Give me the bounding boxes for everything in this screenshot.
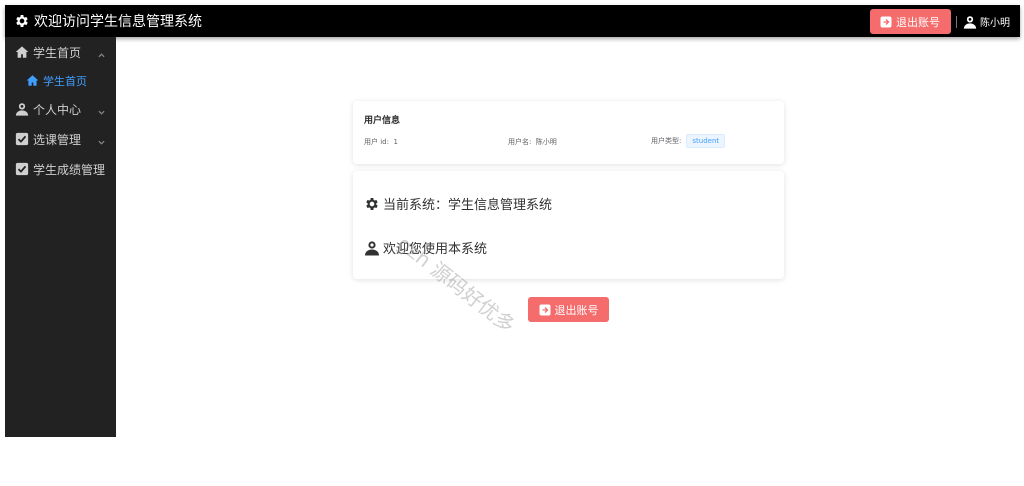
sidebar-item-personal-center[interactable]: 个人中心 [5,94,116,124]
home-icon [15,46,29,58]
user-name-value: 陈小明 [535,138,557,146]
user-id-value: 1 [393,138,398,146]
chevron-down-icon [98,135,105,145]
sidebar-subitem-label: 学生首页 [43,74,87,88]
header-actions: 退出账号 陈小明 [870,9,1010,34]
user-info-title: 用户信息 [364,116,401,126]
sidebar-item-grade-management[interactable]: 学生成绩管理 [5,154,116,184]
sidebar-item-label: 学生首页 [33,45,82,60]
brand: 欢迎访问学生信息管理系统 [14,11,202,31]
user-type-row: 用户类型: student [651,134,726,148]
sidebar-item-label: 个人中心 [33,102,82,117]
chevron-down-icon [98,105,105,115]
logout-icon [880,16,892,27]
user-icon [365,240,379,255]
user-id-label: 用户 id: [364,138,389,146]
app-title: 欢迎访问学生信息管理系统 [34,14,202,30]
divider [956,15,957,28]
header-logout-label: 退出账号 [896,15,940,29]
gear-icon [366,197,378,210]
sidebar-item-course-selection[interactable]: 选课管理 [5,124,116,154]
user-name-label: 用户名: [508,138,532,146]
sidebar: 学生首页 学生首页 个人中心 选课管理 学生成绩管理 [5,37,116,437]
checkbox-icon [15,132,29,146]
home-icon [26,75,39,86]
main-logout-label: 退出账号 [554,303,599,317]
logout-icon [539,304,550,315]
sidebar-item-label: 选课管理 [33,132,82,147]
chevron-up-icon [98,48,105,58]
user-type-label: 用户类型: [651,137,682,145]
main-logout-button[interactable]: 退出账号 [528,297,609,322]
user-type-tag: student [686,134,726,148]
system-info-card: 当前系统：学生信息管理系统 欢迎您使用本系统 [353,171,784,279]
current-system-text: 当前系统：学生信息管理系统 [383,198,553,213]
sidebar-subitem-student-home[interactable]: 学生首页 [5,67,116,94]
username: 陈小明 [980,18,1010,29]
user-icon [963,15,977,29]
user-name-row: 用户名: 陈小明 [508,137,557,147]
current-system-line: 当前系统：学生信息管理系统 [364,194,552,213]
sidebar-item-student-home[interactable]: 学生首页 [5,37,116,67]
current-user[interactable]: 陈小明 [963,14,1010,29]
user-id-row: 用户 id: 1 [364,137,398,147]
top-navbar: 欢迎访问学生信息管理系统 退出账号 陈小明 [5,5,1020,37]
user-info-card: 用户信息 用户 id: 1 用户名: 陈小明 用户类型: student [353,101,784,164]
welcome-line: 欢迎您使用本系统 [364,238,487,257]
user-icon [15,103,29,116]
header-logout-button[interactable]: 退出账号 [870,9,951,34]
welcome-text: 欢迎您使用本系统 [383,242,488,257]
checkbox-icon [15,162,29,176]
gear-icon [16,15,28,27]
sidebar-item-label: 学生成绩管理 [33,162,106,177]
